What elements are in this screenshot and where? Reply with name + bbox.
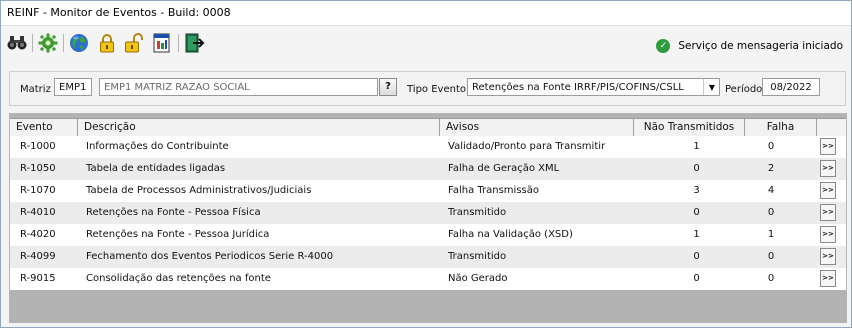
matriz-label: Matriz: [20, 84, 51, 95]
table-row[interactable]: R-1070 Tabela de Processos Administrativ…: [10, 180, 846, 202]
status-text: Serviço de mensageria iniciado: [678, 40, 843, 52]
matriz-code-field[interactable]: EMP1: [54, 78, 92, 96]
periodo-field[interactable]: 08/2022: [762, 78, 820, 96]
cell-avisos: Não Gerado: [448, 273, 508, 284]
row-details-button[interactable]: >>: [820, 204, 836, 221]
column-header-avisos[interactable]: Avisos: [440, 119, 634, 136]
cell-descricao: Retenções na Fonte - Pessoa Jurídica: [86, 229, 270, 240]
cell-evento: R-1070: [20, 185, 56, 196]
main-window: REINF - Monitor de Eventos - Build: 0008: [0, 0, 852, 328]
cell-falha: 0: [767, 141, 775, 152]
row-details-button[interactable]: >>: [820, 226, 836, 243]
table-row[interactable]: R-9015 Consolidação das retenções na fon…: [10, 268, 846, 290]
cell-descricao: Tabela de Processos Administrativos/Judi…: [86, 185, 312, 196]
cell-avisos: Validado/Pronto para Transmitir: [448, 141, 606, 152]
row-details-button[interactable]: >>: [820, 160, 836, 177]
cell-falha: 2: [767, 163, 775, 174]
binoculars-icon[interactable]: [6, 32, 28, 54]
cell-avisos: Falha Transmissão: [448, 185, 539, 196]
cell-evento: R-1050: [20, 163, 56, 174]
column-header-descricao[interactable]: Descrição: [78, 119, 440, 136]
cell-falha: 0: [767, 251, 775, 262]
title-bar: REINF - Monitor de Eventos - Build: 0008: [1, 1, 851, 26]
toolbar-separator: [178, 34, 179, 52]
cell-descricao: Tabela de entidades ligadas: [86, 163, 226, 174]
cell-descricao: Fechamento dos Eventos Periodicos Serie …: [86, 251, 334, 262]
toolbar-separator: [63, 34, 64, 52]
cell-descricao: Consolidação das retenções na fonte: [86, 273, 271, 284]
window-title: REINF - Monitor de Eventos - Build: 0008: [7, 6, 231, 19]
toolbar-separator: [32, 34, 33, 52]
chevron-down-icon[interactable]: ▼: [703, 79, 720, 95]
grid-header: Evento Descrição Avisos Não Transmitidos…: [10, 118, 846, 137]
cell-evento: R-9015: [20, 273, 56, 284]
padlock-locked-icon[interactable]: [96, 32, 118, 54]
tipo-evento-select[interactable]: Retenções na Fonte IRRF/PIS/COFINS/CSLL: [467, 78, 720, 96]
report-icon[interactable]: [151, 32, 173, 54]
cell-falha: 0: [767, 273, 775, 284]
cell-evento: R-4010: [20, 207, 56, 218]
padlock-unlocked-icon[interactable]: [123, 32, 145, 54]
cell-avisos: Falha de Geração XML: [448, 163, 560, 174]
messaging-status: ✓ Serviço de mensageria iniciado: [656, 39, 843, 53]
cell-falha: 4: [767, 185, 775, 196]
toolbar: ✓ Serviço de mensageria iniciado: [1, 26, 851, 64]
cell-descricao: Informações do Contribuinte: [86, 141, 229, 152]
table-row[interactable]: R-4020 Retenções na Fonte - Pessoa Juríd…: [10, 224, 846, 246]
cell-evento: R-4020: [20, 229, 56, 240]
exit-icon[interactable]: [183, 32, 205, 54]
cell-evento: R-1000: [20, 141, 56, 152]
table-row[interactable]: R-4010 Retenções na Fonte - Pessoa Físic…: [10, 202, 846, 224]
cell-falha: 1: [767, 229, 775, 240]
row-details-button[interactable]: >>: [820, 270, 836, 287]
cell-falha: 0: [767, 207, 775, 218]
cell-descricao: Retenções na Fonte - Pessoa Física: [86, 207, 261, 218]
table-row[interactable]: R-1000 Informações do Contribuinte Valid…: [10, 136, 846, 158]
column-header-falha[interactable]: Falha: [745, 119, 817, 136]
filter-panel: Matriz EMP1 EMP1 MATRIZ RAZAO SOCIAL ? T…: [9, 71, 846, 106]
table-row[interactable]: R-1050 Tabela de entidades ligadas Falha…: [10, 158, 846, 180]
row-details-button[interactable]: >>: [820, 138, 836, 155]
cell-avisos: Falha na Validação (XSD): [448, 229, 573, 240]
column-header-action: [817, 119, 846, 136]
column-header-evento[interactable]: Evento: [10, 119, 78, 136]
grid-rows: R-1000 Informações do Contribuinte Valid…: [10, 136, 846, 290]
events-grid: Evento Descrição Avisos Não Transmitidos…: [9, 113, 847, 323]
cell-avisos: Transmitido: [448, 251, 507, 262]
cell-avisos: Transmitido: [448, 207, 507, 218]
tipo-evento-value: Retenções na Fonte IRRF/PIS/COFINS/CSLL: [472, 82, 684, 93]
check-icon: ✓: [656, 39, 671, 53]
tipo-evento-label: Tipo Evento: [407, 84, 466, 95]
globe-icon[interactable]: [68, 32, 90, 54]
row-details-button[interactable]: >>: [820, 182, 836, 199]
puzzle-icon[interactable]: [37, 32, 59, 54]
column-header-nao-transmitidos[interactable]: Não Transmitidos: [634, 119, 745, 136]
matriz-name-field: EMP1 MATRIZ RAZAO SOCIAL: [99, 78, 378, 96]
periodo-label: Período: [725, 84, 763, 95]
table-row[interactable]: R-4099 Fechamento dos Eventos Periodicos…: [10, 246, 846, 268]
row-details-button[interactable]: >>: [820, 248, 836, 265]
cell-evento: R-4099: [20, 251, 56, 262]
matriz-lookup-button[interactable]: ?: [379, 78, 397, 96]
